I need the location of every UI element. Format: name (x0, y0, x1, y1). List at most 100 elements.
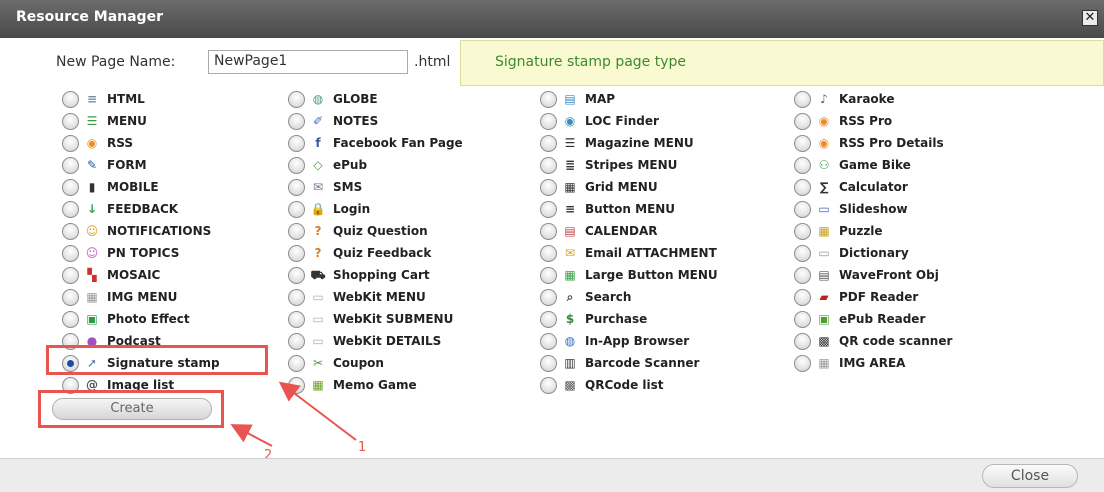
page-type-radio[interactable] (62, 288, 79, 306)
page-type-radio[interactable] (540, 354, 557, 372)
page-type-option[interactable]: ⛟ Shopping Cart (288, 264, 430, 286)
page-type-option[interactable]: ↓ FEEDBACK (62, 198, 178, 220)
page-type-radio[interactable] (794, 244, 811, 262)
page-type-radio[interactable] (288, 354, 305, 372)
page-type-radio[interactable] (62, 156, 79, 174)
page-type-option[interactable]: ▦ IMG MENU (62, 286, 177, 308)
page-type-option[interactable]: ☺ PN TOPICS (62, 242, 179, 264)
page-type-option[interactable]: ◉ LOC Finder (540, 110, 659, 132)
page-type-option[interactable]: ▥ Barcode Scanner (540, 352, 699, 374)
page-type-option[interactable]: ▦ Puzzle (794, 220, 883, 242)
page-type-option[interactable]: ☰ Magazine MENU (540, 132, 694, 154)
page-type-option[interactable]: ? Quiz Question (288, 220, 428, 242)
page-type-option[interactable]: ◍ GLOBE (288, 88, 378, 110)
page-type-option[interactable]: ≡ HTML (62, 88, 145, 110)
window-close-icon[interactable]: ✕ (1082, 10, 1098, 26)
page-type-radio[interactable] (62, 178, 79, 196)
page-type-radio[interactable] (62, 112, 79, 130)
page-type-radio[interactable] (794, 288, 811, 306)
create-button[interactable]: Create (52, 398, 212, 420)
page-type-radio[interactable] (540, 376, 557, 394)
page-type-option[interactable]: ✐ NOTES (288, 110, 378, 132)
page-type-option[interactable]: ☰ MENU (62, 110, 147, 132)
page-type-option[interactable]: ▤ MAP (540, 88, 615, 110)
page-type-radio[interactable] (794, 310, 811, 328)
page-type-radio[interactable] (288, 266, 305, 284)
page-type-option[interactable]: ◉ RSS Pro (794, 110, 892, 132)
page-type-option[interactable]: ☺ NOTIFICATIONS (62, 220, 211, 242)
page-type-option[interactable]: ▩ QRCode list (540, 374, 664, 396)
page-type-radio[interactable] (794, 134, 811, 152)
page-type-radio[interactable] (794, 354, 811, 372)
page-type-radio[interactable] (794, 156, 811, 174)
page-type-radio[interactable] (288, 112, 305, 130)
page-type-option[interactable]: ⚇ Game Bike (794, 154, 911, 176)
page-type-radio[interactable] (794, 200, 811, 218)
page-type-option[interactable]: $ Purchase (540, 308, 647, 330)
page-type-radio[interactable] (794, 266, 811, 284)
page-type-radio[interactable] (62, 200, 79, 218)
page-type-option[interactable]: ◉ RSS (62, 132, 133, 154)
page-type-option[interactable]: ▤ CALENDAR (540, 220, 657, 242)
page-type-option[interactable]: ◇ ePub (288, 154, 367, 176)
page-type-option[interactable]: ✎ FORM (62, 154, 147, 176)
page-type-radio[interactable] (794, 178, 811, 196)
page-type-radio[interactable] (540, 134, 557, 152)
page-type-radio[interactable] (62, 266, 79, 284)
page-type-radio[interactable] (540, 288, 557, 306)
page-type-option[interactable]: ✉ Email ATTACHMENT (540, 242, 717, 264)
page-type-option[interactable]: ▭ Slideshow (794, 198, 908, 220)
page-type-radio[interactable] (288, 200, 305, 218)
page-type-radio[interactable] (288, 178, 305, 196)
page-type-option[interactable]: ∑ Calculator (794, 176, 908, 198)
page-type-radio[interactable] (540, 178, 557, 196)
page-type-option[interactable]: ▦ Large Button MENU (540, 264, 718, 286)
page-type-radio[interactable] (540, 222, 557, 240)
page-type-option[interactable]: ◉ RSS Pro Details (794, 132, 944, 154)
page-type-radio[interactable] (62, 310, 79, 328)
page-type-radio[interactable] (62, 134, 79, 152)
page-type-radio[interactable] (794, 90, 811, 108)
page-type-option[interactable]: ▭ WebKit MENU (288, 286, 426, 308)
page-type-option[interactable]: ▚ MOSAIC (62, 264, 160, 286)
page-type-radio[interactable] (288, 310, 305, 328)
page-type-radio[interactable] (288, 244, 305, 262)
page-type-radio[interactable] (288, 90, 305, 108)
page-type-radio[interactable] (288, 222, 305, 240)
page-type-option[interactable]: f Facebook Fan Page (288, 132, 463, 154)
page-type-radio[interactable] (540, 266, 557, 284)
page-type-option[interactable]: ▣ Photo Effect (62, 308, 190, 330)
page-type-radio[interactable] (794, 222, 811, 240)
page-type-option[interactable]: ▦ Grid MENU (540, 176, 658, 198)
page-type-option[interactable]: ✉ SMS (288, 176, 362, 198)
page-type-radio[interactable] (62, 222, 79, 240)
page-type-radio[interactable] (540, 200, 557, 218)
page-type-radio[interactable] (540, 156, 557, 174)
page-type-option[interactable]: ⌕ Search (540, 286, 631, 308)
page-type-radio[interactable] (794, 112, 811, 130)
page-type-radio[interactable] (540, 112, 557, 130)
page-type-option[interactable]: ▭ WebKit SUBMENU (288, 308, 453, 330)
page-type-radio[interactable] (540, 90, 557, 108)
page-type-option[interactable]: ◍ In-App Browser (540, 330, 689, 352)
page-type-option[interactable]: ▦ Memo Game (288, 374, 417, 396)
page-type-option[interactable]: ✂ Coupon (288, 352, 384, 374)
page-type-option[interactable]: ? Quiz Feedback (288, 242, 431, 264)
page-type-option[interactable]: 🔒 Login (288, 198, 370, 220)
page-type-radio[interactable] (288, 332, 305, 350)
page-name-input[interactable]: NewPage1 (208, 50, 408, 74)
page-type-option[interactable]: ▮ MOBILE (62, 176, 159, 198)
page-type-radio[interactable] (794, 332, 811, 350)
page-type-radio[interactable] (288, 376, 305, 394)
page-type-option[interactable]: ▰ PDF Reader (794, 286, 918, 308)
page-type-option[interactable]: ▭ WebKit DETAILS (288, 330, 441, 352)
page-type-option[interactable]: ♪ Karaoke (794, 88, 894, 110)
page-type-option[interactable]: ▭ Dictionary (794, 242, 909, 264)
page-type-radio[interactable] (288, 156, 305, 174)
page-type-radio[interactable] (288, 134, 305, 152)
page-type-option[interactable]: ≣ Stripes MENU (540, 154, 677, 176)
page-type-radio[interactable] (540, 244, 557, 262)
page-type-option[interactable]: ▩ QR code scanner (794, 330, 952, 352)
page-type-radio[interactable] (62, 90, 79, 108)
page-type-option[interactable]: ▦ IMG AREA (794, 352, 905, 374)
